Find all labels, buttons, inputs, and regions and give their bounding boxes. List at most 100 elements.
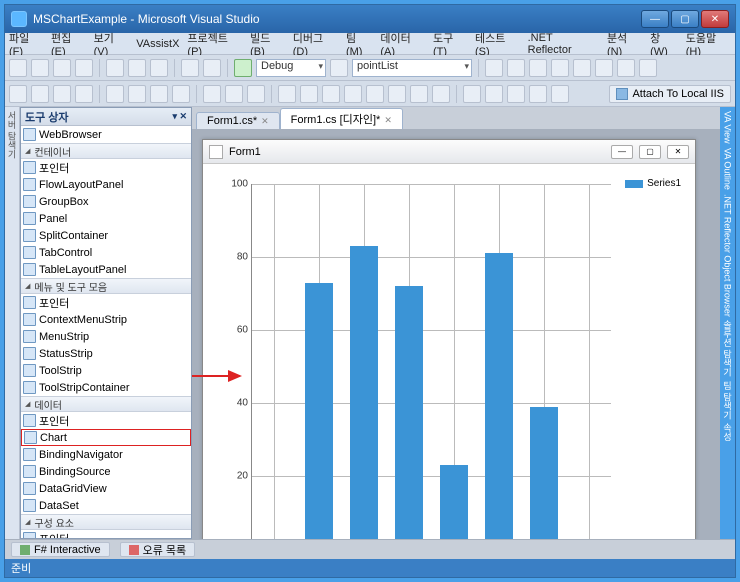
menu-item[interactable]: 테스트(S) bbox=[475, 30, 520, 58]
toolbar-icon[interactable] bbox=[551, 59, 569, 77]
toolbar-icon[interactable] bbox=[485, 85, 503, 103]
design-canvas[interactable]: Form1 — ▢ ✕ Series1 0204060801001234567 bbox=[192, 129, 720, 539]
toolbar-icon[interactable] bbox=[300, 85, 318, 103]
open-icon[interactable] bbox=[31, 59, 49, 77]
toolbox-group-header[interactable]: 컨테이너 bbox=[21, 143, 191, 159]
close-button[interactable]: ✕ bbox=[701, 10, 729, 28]
toolbar-icon[interactable] bbox=[278, 85, 296, 103]
menu-item[interactable]: 분석(N) bbox=[607, 30, 642, 58]
right-tab[interactable]: 팀 탐색기 bbox=[721, 381, 734, 420]
form-window[interactable]: Form1 — ▢ ✕ Series1 0204060801001234567 bbox=[202, 139, 696, 539]
left-tab-strip[interactable]: 서버 탐색기 bbox=[5, 107, 20, 539]
toolbox-group-header[interactable]: 데이터 bbox=[21, 396, 191, 412]
toolbox-item[interactable]: 포인터 bbox=[21, 412, 191, 429]
menu-item[interactable]: 도구(T) bbox=[433, 30, 467, 58]
menu-item[interactable]: 데이터(A) bbox=[380, 30, 425, 58]
toolbar-icon[interactable] bbox=[150, 85, 168, 103]
menu-item[interactable]: 팀(M) bbox=[346, 30, 372, 58]
toolbox-item[interactable]: BindingNavigator bbox=[21, 446, 191, 463]
toolbar-icon[interactable] bbox=[507, 85, 525, 103]
toolbox-item[interactable]: GroupBox bbox=[21, 193, 191, 210]
toolbar-icon[interactable] bbox=[529, 85, 547, 103]
toolbar-icon[interactable] bbox=[573, 59, 591, 77]
toolbox-item[interactable]: MenuStrip bbox=[21, 328, 191, 345]
menu-item[interactable]: VAssistX bbox=[136, 38, 179, 50]
toolbar-icon[interactable] bbox=[75, 85, 93, 103]
tab-close-icon[interactable]: ✕ bbox=[384, 115, 392, 125]
left-tab-label[interactable]: 서버 탐색기 bbox=[6, 111, 19, 159]
save-icon[interactable] bbox=[53, 59, 71, 77]
tab-close-icon[interactable]: ✕ bbox=[261, 116, 269, 126]
menu-item[interactable]: 빌드(B) bbox=[250, 30, 285, 58]
toolbox-item[interactable]: WebBrowser bbox=[21, 126, 191, 143]
toolbar-icon[interactable] bbox=[330, 59, 348, 77]
right-tab[interactable]: 속성 bbox=[721, 423, 734, 441]
right-tab[interactable]: 솔루션 탐색기 bbox=[721, 320, 734, 377]
start-icon[interactable] bbox=[234, 59, 252, 77]
config-combo[interactable]: Debug bbox=[256, 59, 326, 77]
toolbar-icon[interactable] bbox=[203, 85, 221, 103]
copy-icon[interactable] bbox=[128, 59, 146, 77]
toolbox-group-header[interactable]: 메뉴 및 도구 모음 bbox=[21, 278, 191, 294]
toolbar-icon[interactable] bbox=[529, 59, 547, 77]
toolbox-body[interactable]: WebBrowser컨테이너포인터FlowLayoutPanelGroupBox… bbox=[21, 126, 191, 538]
status-tab-errors[interactable]: 오류 목록 bbox=[120, 542, 196, 557]
target-combo[interactable]: pointList bbox=[352, 59, 472, 77]
toolbar-icon[interactable] bbox=[247, 85, 265, 103]
toolbox-item[interactable]: TableLayoutPanel bbox=[21, 261, 191, 278]
toolbox-item[interactable]: 포인터 bbox=[21, 159, 191, 176]
toolbar-icon[interactable] bbox=[507, 59, 525, 77]
toolbox-item[interactable]: Panel bbox=[21, 210, 191, 227]
undo-icon[interactable] bbox=[181, 59, 199, 77]
paste-icon[interactable] bbox=[150, 59, 168, 77]
toolbox-item[interactable]: DataSet bbox=[21, 497, 191, 514]
toolbox-item[interactable]: ToolStripContainer bbox=[21, 379, 191, 396]
menu-item[interactable]: 보기(V) bbox=[94, 30, 129, 58]
toolbar-icon[interactable] bbox=[344, 85, 362, 103]
toolbar-icon[interactable] bbox=[595, 59, 613, 77]
right-tab[interactable]: VA Outline bbox=[723, 148, 733, 190]
document-tab[interactable]: Form1.cs [디자인]*✕ bbox=[280, 108, 403, 129]
chart-control[interactable]: Series1 02040608010012345678 bbox=[213, 174, 685, 539]
menu-item[interactable]: .NET Reflector bbox=[528, 32, 599, 56]
attach-iis-button[interactable]: Attach To Local IIS bbox=[609, 85, 731, 103]
toolbar-icon[interactable] bbox=[172, 85, 190, 103]
toolbar-icon[interactable] bbox=[410, 85, 428, 103]
toolbox-item[interactable]: 포인터 bbox=[21, 294, 191, 311]
save-all-icon[interactable] bbox=[75, 59, 93, 77]
toolbar-icon[interactable] bbox=[128, 85, 146, 103]
toolbar-icon[interactable] bbox=[639, 59, 657, 77]
menu-item[interactable]: 도움말(H) bbox=[686, 30, 731, 58]
toolbar-icon[interactable] bbox=[31, 85, 49, 103]
toolbar-icon[interactable] bbox=[366, 85, 384, 103]
form-close-button[interactable]: ✕ bbox=[667, 145, 689, 159]
toolbar-icon[interactable] bbox=[432, 85, 450, 103]
toolbar-icon[interactable] bbox=[53, 85, 71, 103]
toolbar-icon[interactable] bbox=[551, 85, 569, 103]
menu-item[interactable]: 창(W) bbox=[650, 30, 678, 58]
cut-icon[interactable] bbox=[106, 59, 124, 77]
toolbox-item[interactable]: DataGridView bbox=[21, 480, 191, 497]
form-maximize-button[interactable]: ▢ bbox=[639, 145, 661, 159]
form-minimize-button[interactable]: — bbox=[611, 145, 633, 159]
right-tab[interactable]: .NET Reflector Object Browser bbox=[723, 194, 733, 317]
toolbar-icon[interactable] bbox=[322, 85, 340, 103]
toolbar-icon[interactable] bbox=[485, 59, 503, 77]
menu-item[interactable]: 디버그(D) bbox=[293, 30, 338, 58]
maximize-button[interactable]: ▢ bbox=[671, 10, 699, 28]
menu-item[interactable]: 편집(E) bbox=[51, 30, 86, 58]
redo-icon[interactable] bbox=[203, 59, 221, 77]
menu-item[interactable]: 프로젝트(P) bbox=[187, 30, 242, 58]
toolbox-item[interactable]: TabControl bbox=[21, 244, 191, 261]
toolbox-item[interactable]: ToolStrip bbox=[21, 362, 191, 379]
status-tab-fsharp[interactable]: F# Interactive bbox=[11, 542, 110, 557]
toolbox-item[interactable]: Chart bbox=[21, 429, 191, 446]
document-tab[interactable]: Form1.cs*✕ bbox=[196, 112, 280, 129]
toolbox-group-header[interactable]: 구성 요소 bbox=[21, 514, 191, 530]
toolbar-icon[interactable] bbox=[9, 85, 27, 103]
toolbox-item[interactable]: FlowLayoutPanel bbox=[21, 176, 191, 193]
minimize-button[interactable]: — bbox=[641, 10, 669, 28]
menu-item[interactable]: 파일(F) bbox=[9, 30, 43, 58]
toolbar-icon[interactable] bbox=[617, 59, 635, 77]
toolbox-item[interactable]: ContextMenuStrip bbox=[21, 311, 191, 328]
